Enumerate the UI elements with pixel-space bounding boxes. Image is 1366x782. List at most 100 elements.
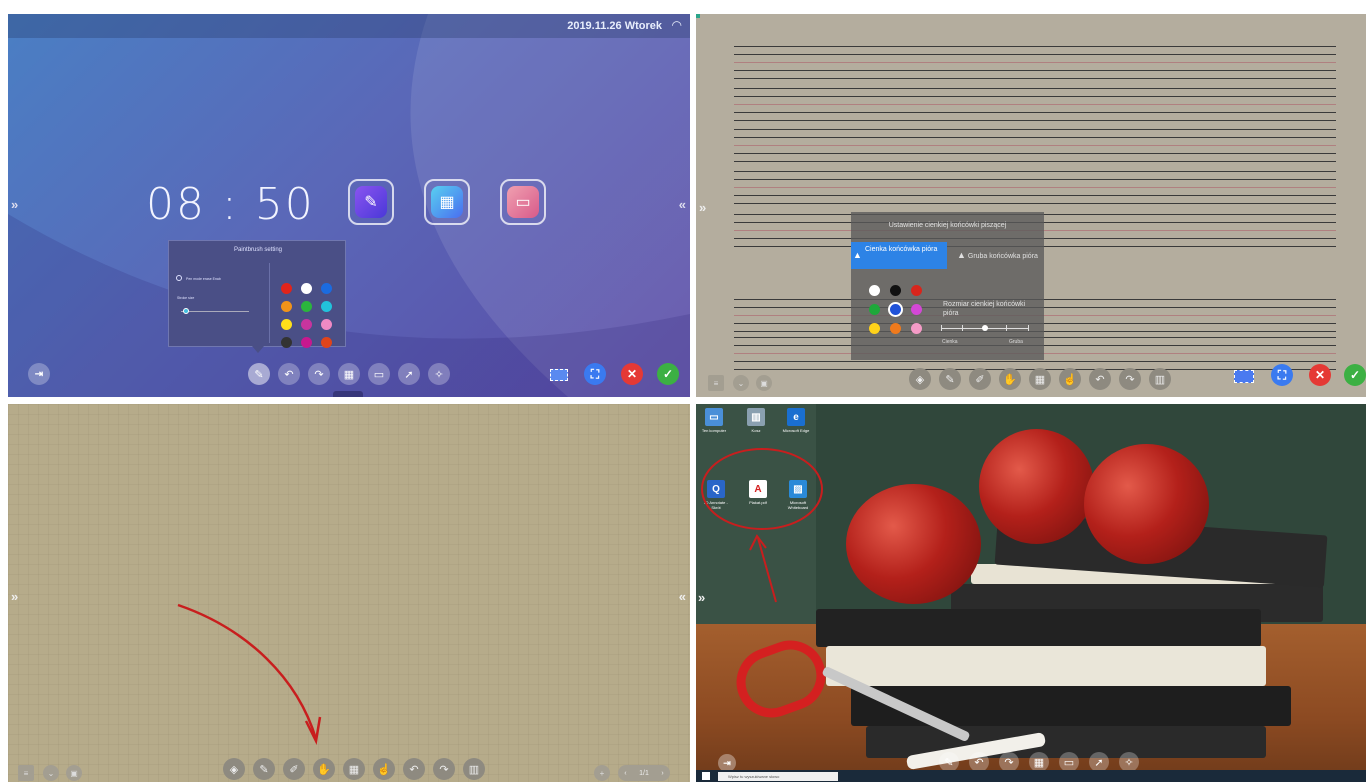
left-expand-icon[interactable]: »: [11, 197, 18, 212]
stroke-slider-knob[interactable]: [183, 308, 189, 314]
confirm-icon[interactable]: ✓: [1344, 364, 1366, 386]
redo-icon[interactable]: ↷: [308, 363, 330, 385]
save-icon[interactable]: ▣: [756, 375, 772, 391]
staff-line: [734, 137, 1336, 138]
add-page-icon[interactable]: +: [594, 765, 610, 781]
folder-button[interactable]: ▭: [500, 179, 546, 225]
color-swatch[interactable]: [911, 285, 922, 296]
close-icon[interactable]: ✕: [1309, 364, 1331, 386]
brush-clear-icon[interactable]: ✧: [1119, 752, 1139, 772]
color-swatch[interactable]: [301, 301, 312, 312]
color-swatch[interactable]: [890, 323, 901, 334]
color-swatch[interactable]: [869, 285, 880, 296]
touch-icon[interactable]: ☝: [373, 758, 395, 780]
size-slider-knob[interactable]: [982, 325, 988, 331]
drawer-handle[interactable]: [333, 391, 363, 397]
menu-icon[interactable]: ≡: [708, 375, 724, 391]
color-swatch[interactable]: [869, 304, 880, 315]
menu-icon[interactable]: ≡: [18, 765, 34, 781]
pen-icon[interactable]: ✎: [253, 758, 275, 780]
color-swatch[interactable]: [911, 323, 922, 334]
color-swatch[interactable]: [301, 319, 312, 330]
color-swatch[interactable]: [321, 301, 332, 312]
redo-icon[interactable]: ↷: [1119, 368, 1141, 390]
thin-tip-option[interactable]: ▲ Cienka końcówka pióra: [851, 242, 947, 269]
color-swatch[interactable]: [281, 283, 292, 294]
grid-icon[interactable]: ▦: [1029, 752, 1049, 772]
hand-icon[interactable]: ✋: [313, 758, 335, 780]
note-app-button[interactable]: ✎: [348, 179, 394, 225]
undo-icon[interactable]: ↶: [969, 752, 989, 772]
presentation-icon[interactable]: ▭: [1059, 752, 1079, 772]
desktop-shortcut-label: Ten komputer: [701, 428, 727, 433]
confirm-icon[interactable]: ✓: [657, 363, 679, 385]
color-swatch[interactable]: [281, 337, 292, 348]
color-swatch[interactable]: [890, 304, 901, 315]
desktop-shortcut[interactable]: e Microsoft Edge: [780, 408, 812, 433]
grid-icon[interactable]: ▦: [338, 363, 360, 385]
page-navigator[interactable]: ‹ 1/1 ›: [618, 765, 670, 781]
windows-start-icon[interactable]: [702, 772, 710, 780]
right-expand-icon[interactable]: «: [679, 589, 686, 604]
chevron-down-icon[interactable]: ⌄: [43, 765, 59, 781]
cursor-icon[interactable]: ➚: [398, 363, 420, 385]
save-icon[interactable]: ▣: [66, 765, 82, 781]
color-swatch[interactable]: [321, 337, 332, 348]
color-swatch[interactable]: [911, 304, 922, 315]
stroke-slider[interactable]: [181, 311, 249, 312]
pen-icon[interactable]: ✎: [939, 752, 959, 772]
select-region-icon[interactable]: [550, 369, 568, 381]
apps-button[interactable]: ▦: [424, 179, 470, 225]
desktop-shortcut[interactable]: ▭ Ten komputer: [698, 408, 730, 433]
grid-icon[interactable]: ▦: [1029, 368, 1051, 390]
paintbrush-title: Paintbrush setting: [233, 247, 283, 253]
undo-icon[interactable]: ↶: [1089, 368, 1111, 390]
redo-icon[interactable]: ↷: [433, 758, 455, 780]
slider-tick: [962, 325, 963, 331]
right-expand-icon[interactable]: «: [679, 197, 686, 212]
cursor-icon[interactable]: ➚: [1089, 752, 1109, 772]
pen-icon[interactable]: ✎: [248, 363, 270, 385]
close-icon[interactable]: ✕: [621, 363, 643, 385]
left-expand-icon[interactable]: »: [698, 590, 705, 605]
screenshot-icon[interactable]: ⛶: [584, 363, 606, 385]
screenshot-icon[interactable]: ⛶: [1271, 364, 1293, 386]
thick-tip-option[interactable]: ▲ Gruba końcówka pióra: [957, 250, 1038, 260]
left-expand-icon[interactable]: »: [699, 200, 706, 215]
prev-page-icon[interactable]: ‹: [624, 770, 626, 777]
presentation-icon[interactable]: ▭: [368, 363, 390, 385]
desktop-shortcut[interactable]: ▥ Kosz: [740, 408, 772, 433]
taskbar-search[interactable]: Wpisz tu wyszukiwane słowo: [718, 772, 838, 781]
exit-button[interactable]: ⇥: [28, 363, 50, 385]
marker-icon[interactable]: ✐: [969, 368, 991, 390]
bucket-icon[interactable]: ◈: [223, 758, 245, 780]
color-swatch[interactable]: [281, 319, 292, 330]
eraser-label: Pen mode erase Enab: [186, 277, 221, 281]
color-swatch[interactable]: [281, 301, 292, 312]
color-swatch[interactable]: [301, 283, 312, 294]
color-swatch[interactable]: [869, 323, 880, 334]
trash-icon[interactable]: ▥: [463, 758, 485, 780]
redo-icon[interactable]: ↷: [999, 752, 1019, 772]
grid-icon[interactable]: ▦: [343, 758, 365, 780]
next-page-icon[interactable]: ›: [661, 770, 663, 777]
undo-icon[interactable]: ↶: [403, 758, 425, 780]
marker-icon[interactable]: ✐: [283, 758, 305, 780]
page-indicator: 1/1: [639, 769, 649, 777]
panel-title: Ustawienie cienkiej końcówki piszącej: [888, 222, 1007, 229]
brush-clear-icon[interactable]: ✧: [428, 363, 450, 385]
left-expand-icon[interactable]: »: [11, 589, 18, 604]
touch-icon[interactable]: ☝: [1059, 368, 1081, 390]
color-swatch[interactable]: [321, 283, 332, 294]
hand-icon[interactable]: ✋: [999, 368, 1021, 390]
color-swatch[interactable]: [321, 319, 332, 330]
eraser-radio[interactable]: [176, 275, 182, 281]
select-region-icon[interactable]: [1234, 370, 1254, 383]
bucket-icon[interactable]: ◈: [909, 368, 931, 390]
pen-icon[interactable]: ✎: [939, 368, 961, 390]
trash-icon[interactable]: ▥: [1149, 368, 1171, 390]
color-swatch[interactable]: [301, 337, 312, 348]
chevron-down-icon[interactable]: ⌄: [733, 375, 749, 391]
color-swatch[interactable]: [890, 285, 901, 296]
undo-icon[interactable]: ↶: [278, 363, 300, 385]
